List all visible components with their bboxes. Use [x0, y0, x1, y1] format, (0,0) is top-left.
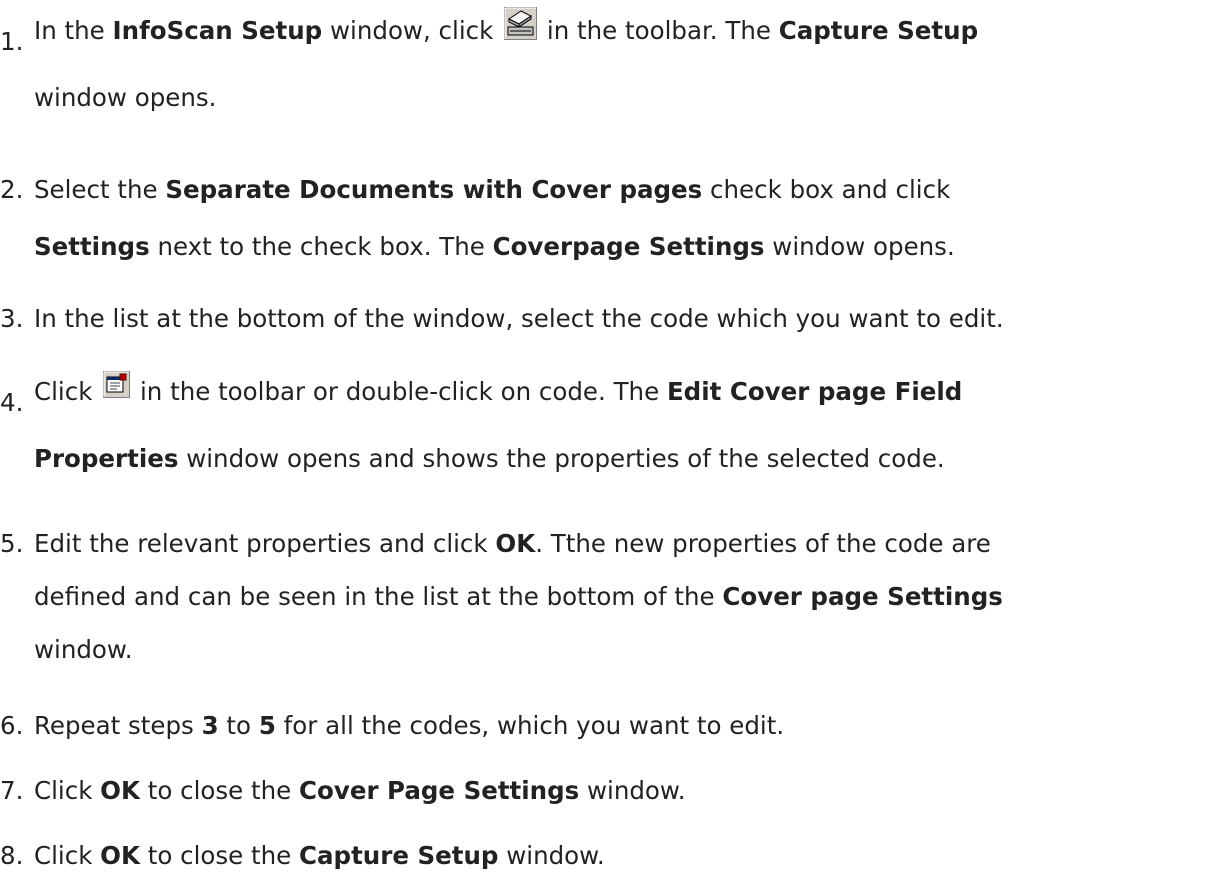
step-1: 1. In the InfoScan Setup window, click in…	[0, 2, 1205, 126]
step-text: window.	[579, 776, 686, 805]
step-text: to close the	[139, 776, 300, 805]
capture-setup-toolbar-icon	[504, 6, 538, 40]
step-number: 1.	[0, 27, 24, 56]
step-number: 8.	[0, 841, 24, 870]
ui-term: 5	[258, 711, 276, 740]
step-text: Click	[34, 776, 101, 805]
step-text: defined and can be seen in the list at t…	[34, 582, 723, 611]
ui-term: Settings	[34, 232, 150, 261]
step-3: 3. In the list at the bottom of the windo…	[0, 290, 1205, 347]
ui-term: 3	[201, 711, 219, 740]
step-text: window.	[34, 635, 133, 664]
step-text: Click	[34, 377, 101, 406]
step-number: 3.	[0, 304, 24, 333]
step-number: 7.	[0, 776, 24, 805]
ui-term: Cover page Settings	[722, 582, 1003, 611]
ui-term: OK	[495, 529, 536, 558]
step-6: 6. Repeat steps 3 to 5 for all the codes,…	[0, 697, 1205, 754]
step-text: window.	[498, 841, 605, 870]
ui-term: InfoScan Setup	[112, 16, 323, 45]
step-text: check box and click	[702, 175, 951, 204]
step-text: In the list at the bottom of the window,…	[34, 304, 1004, 333]
step-7: 7. Click OK to close the Cover Page Setti…	[0, 762, 1205, 819]
step-text: for all the codes, which you want to edi…	[275, 711, 785, 740]
step-number: 2.	[0, 175, 24, 204]
step-text: Select the	[34, 175, 166, 204]
step-number: 4.	[0, 388, 24, 417]
ui-term: Edit Cover page Field	[666, 377, 963, 406]
step-text: to	[218, 711, 259, 740]
step-text: next to the check box. The	[149, 232, 493, 261]
instruction-list: 1. In the InfoScan Setup window, click in…	[0, 0, 1205, 887]
ui-term: OK	[100, 776, 140, 805]
ui-term: Separate Documents with Cover pages	[165, 175, 703, 204]
step-text: window opens.	[34, 83, 217, 112]
step-text: in the toolbar. The	[539, 16, 779, 45]
ui-term: Properties	[34, 444, 179, 473]
step-text: window opens.	[764, 232, 955, 261]
ui-term: Coverpage Settings	[492, 232, 765, 261]
ui-term: Capture Setup	[778, 16, 979, 45]
step-text: In the	[34, 16, 113, 45]
step-4: 4. Click in the toolbar or double-click o…	[0, 363, 1205, 487]
step-number: 5.	[0, 529, 24, 558]
ui-term: OK	[100, 841, 140, 870]
ui-term: Cover Page Settings	[299, 776, 580, 805]
step-number: 6.	[0, 711, 24, 740]
ui-term: Capture Setup	[299, 841, 499, 870]
step-text: Repeat steps	[34, 711, 202, 740]
step-2: 2. Select the Separate Documents with Cov…	[0, 161, 1205, 275]
step-text: to close the	[139, 841, 300, 870]
step-text: window, click	[322, 16, 502, 45]
step-5: 5. Edit the relevant properties and click…	[0, 515, 1205, 678]
step-text: . Tthe new properties of the code are	[535, 529, 991, 558]
step-text: window opens and shows the properties of…	[178, 444, 945, 473]
step-8: 8. Click OK to close the Capture Setup wi…	[0, 827, 1205, 884]
step-text: Click	[34, 841, 101, 870]
properties-toolbar-icon	[103, 370, 131, 398]
step-text: Edit the relevant properties and click	[34, 529, 496, 558]
step-text: in the toolbar or double-click on code. …	[132, 377, 667, 406]
